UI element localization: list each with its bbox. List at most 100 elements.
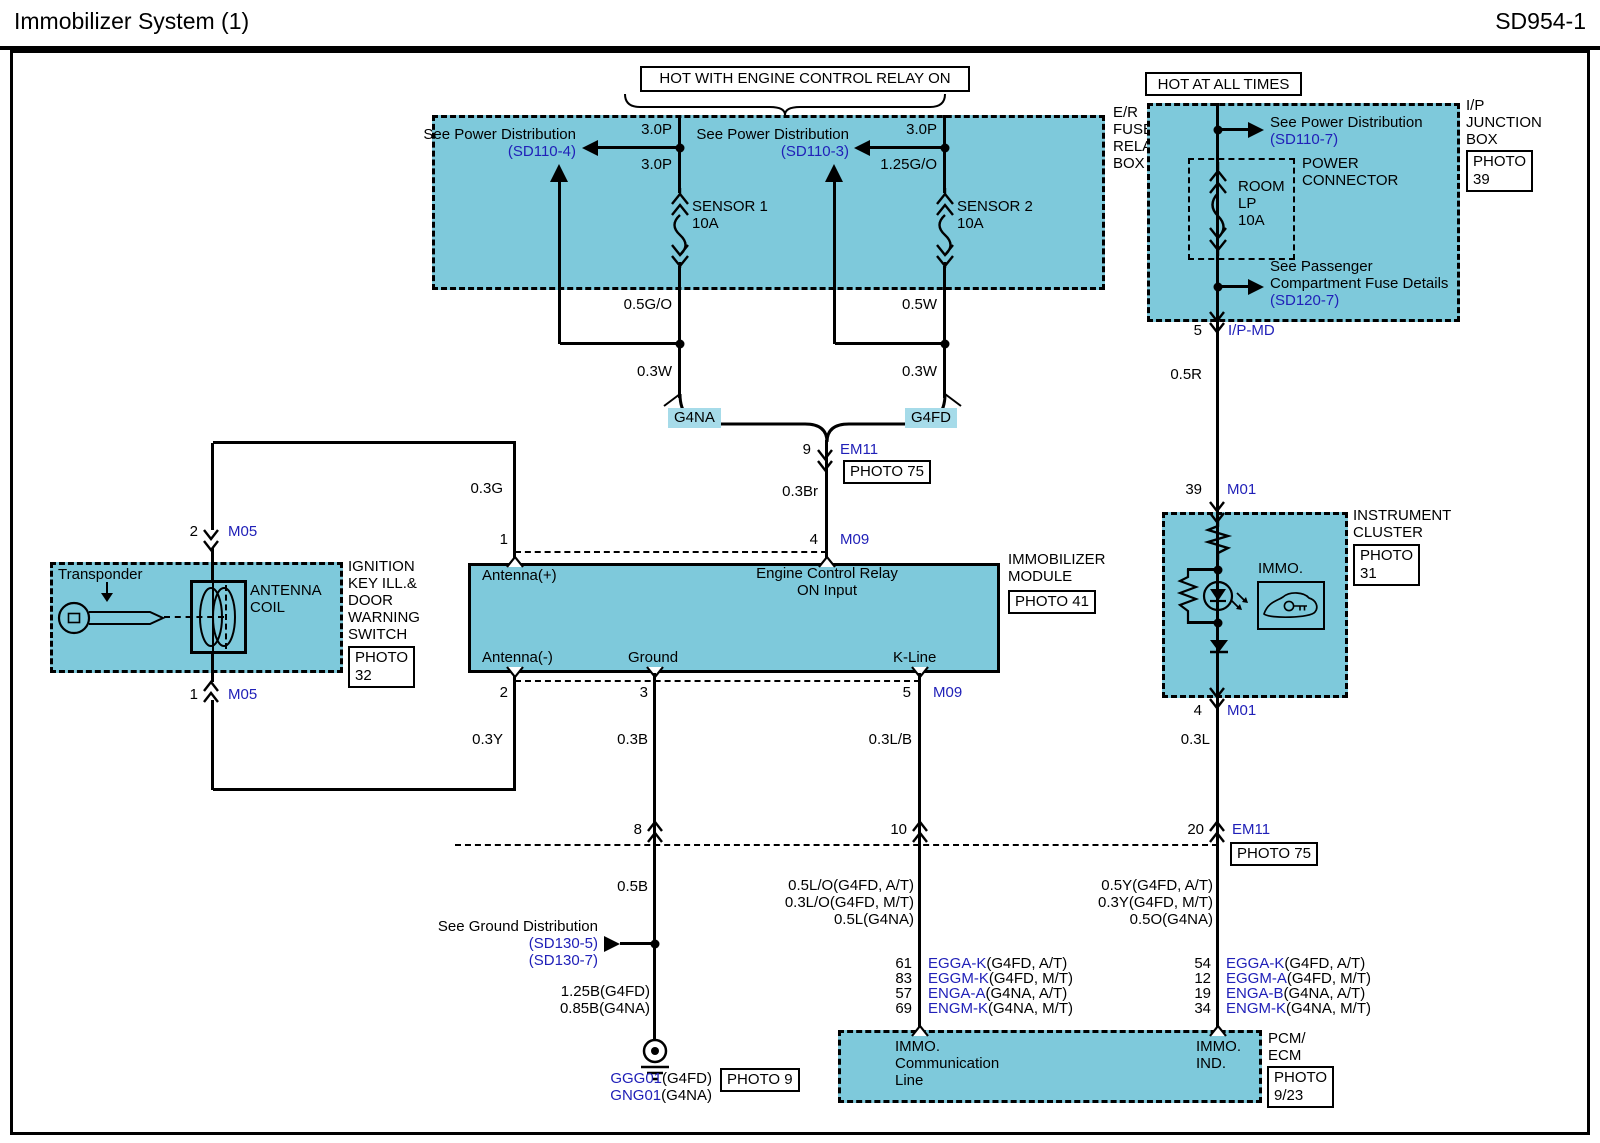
connector-pin: 2	[190, 523, 198, 540]
see-power-distribution: See Power Distribution	[1270, 114, 1423, 131]
photo-ref-41[interactable]: PHOTO 41	[1008, 590, 1096, 614]
connector-m01[interactable]: M01	[1227, 481, 1256, 498]
ref-sd130-7[interactable]: (SD130-7)	[529, 952, 598, 969]
pcm-pin-label: IMMO.	[895, 1038, 940, 1055]
see-power-distribution: See Power Distribution	[423, 126, 576, 143]
ground-engine: (G4NA)	[661, 1087, 712, 1104]
photo-ref-32[interactable]: PHOTO 32	[348, 646, 415, 688]
connector-chevron-down-icon	[816, 448, 834, 472]
pcm-pin-label: Line	[895, 1072, 923, 1089]
pcm-label: PCM/	[1268, 1030, 1306, 1047]
junction-dot	[941, 340, 950, 349]
ref-sd110-4[interactable]: (SD110-4)	[508, 143, 576, 160]
wire-label: 0.3B	[617, 731, 648, 748]
wire-label: 0.5O(G4NA)	[1130, 911, 1213, 928]
wire-antenna-minus-up	[513, 673, 516, 790]
wire-label: 0.5G/O	[624, 296, 672, 313]
pcm-pin-number: 69	[895, 1000, 912, 1017]
connector-pin: 3	[640, 684, 648, 701]
hot-all-times-banner: HOT AT ALL TIMES	[1145, 72, 1302, 96]
photo-ref-31[interactable]: PHOTO 31	[1353, 544, 1420, 586]
wire-label: 0.3W	[902, 363, 937, 380]
wire-riser-sd110-3	[833, 182, 836, 344]
fuse-name: ROOM	[1238, 178, 1285, 195]
connector-m01[interactable]: M01	[1227, 702, 1256, 719]
connector-pin: 10	[890, 821, 907, 838]
pin-id[interactable]: ENGM-K	[928, 1000, 988, 1017]
ref-sd120-7[interactable]: (SD120-7)	[1270, 292, 1339, 309]
connector-m05[interactable]: M05	[228, 523, 257, 540]
pcm-pin-label: IND.	[1196, 1055, 1226, 1072]
power-connector-label: CONNECTOR	[1302, 172, 1398, 189]
photo-ref-9[interactable]: PHOTO 9	[720, 1068, 800, 1092]
wire-label: 0.3Y(G4FD, M/T)	[1098, 894, 1213, 911]
antenna-coil-label: ANTENNA	[250, 582, 322, 599]
wire-label: 0.3L/O(G4FD, M/T)	[785, 894, 914, 911]
wire-jog-right	[835, 342, 945, 345]
fuse-rating: 10A	[692, 215, 719, 232]
pcm-pin-label: Communication	[895, 1055, 999, 1072]
coil-axis-dashed	[225, 585, 227, 649]
engine-variant-g4na: G4NA	[668, 408, 721, 428]
ref-sd110-7[interactable]: (SD110-7)	[1270, 131, 1338, 148]
wire-label: 0.3L	[1181, 731, 1210, 748]
connector-pin: 5	[1194, 322, 1202, 339]
wire-label: 0.5L(G4NA)	[834, 911, 914, 928]
resistor-icon	[1204, 520, 1232, 560]
photo-label: PHOTO	[1360, 547, 1413, 564]
module-pin-label: ON Input	[727, 582, 927, 599]
page-code: SD954-1	[1495, 8, 1586, 34]
connector-em11[interactable]: EM11	[1232, 821, 1270, 838]
arrow-up-icon	[549, 163, 569, 183]
fuse-icon	[1204, 162, 1232, 256]
ground-id[interactable]: GGG01	[610, 1070, 662, 1087]
photo-ref-9-23[interactable]: PHOTO 9/23	[1267, 1066, 1334, 1108]
pin-id[interactable]: ENGM-K	[1226, 1000, 1286, 1017]
hot-engine-relay-banner: HOT WITH ENGINE CONTROL RELAY ON	[640, 66, 970, 92]
photo-ref-75[interactable]: PHOTO 75	[1230, 842, 1318, 866]
pcm-pin-id: ENGM-K(G4NA, M/T)	[928, 1000, 1073, 1017]
junction-dot	[651, 940, 660, 949]
connector-chevron-up-icon	[646, 820, 664, 844]
connector-ipmd[interactable]: I/P-MD	[1228, 322, 1275, 339]
wire-label: 3.0P	[641, 121, 672, 138]
photo-ref-75[interactable]: PHOTO 75	[843, 460, 931, 484]
see-ground-distribution: See Ground Distribution	[438, 918, 598, 935]
fuse-rating: 10A	[957, 215, 984, 232]
module-label: IMMOBILIZER	[1008, 551, 1106, 568]
ground-id[interactable]: GNG01	[610, 1087, 661, 1104]
module-pin-label: K-Line	[893, 649, 936, 666]
pin-notch-icon	[910, 1024, 930, 1037]
ref-sd110-3[interactable]: (SD110-3)	[781, 143, 849, 160]
wire-label: 0.3L/B	[869, 731, 912, 748]
ref-sd130-5[interactable]: (SD130-5)	[529, 935, 598, 952]
wire-label: 0.3Br	[782, 483, 818, 500]
photo-label: PHOTO	[355, 649, 408, 666]
key-transponder-icon	[52, 598, 172, 642]
wire-label: 1.25G/O	[880, 156, 937, 173]
connector-pin: 4	[810, 531, 818, 548]
connector-m09[interactable]: M09	[933, 684, 962, 701]
switch-label: SWITCH	[348, 626, 407, 643]
connector-line-em11	[455, 844, 1218, 846]
connector-m09[interactable]: M09	[840, 531, 869, 548]
wire-label: 0.5R	[1170, 366, 1202, 383]
see-power-distribution: See Power Distribution	[696, 126, 849, 143]
photo-ref-39[interactable]: PHOTO 39	[1466, 150, 1533, 192]
cluster-label: CLUSTER	[1353, 524, 1423, 541]
arrow-right-icon	[602, 935, 622, 953]
connector-em11[interactable]: EM11	[840, 441, 878, 458]
ground-engine: (G4FD)	[662, 1070, 712, 1087]
fuse-name: LP	[1238, 195, 1256, 212]
connector-line-m09-top	[515, 551, 827, 553]
wire-dist-ip	[1218, 128, 1248, 131]
photo-label: PHOTO	[1274, 1069, 1327, 1086]
ip-box-label: BOX	[1466, 131, 1498, 148]
fuse-rating: 10A	[1238, 212, 1265, 229]
photo-number: 32	[355, 667, 372, 684]
wire-antenna-plus	[513, 443, 516, 563]
wire-label: 0.5B	[617, 878, 648, 895]
connector-m05[interactable]: M05	[228, 686, 257, 703]
connector-pin: 1	[500, 531, 508, 548]
connector-line-m09-bottom	[515, 680, 920, 682]
